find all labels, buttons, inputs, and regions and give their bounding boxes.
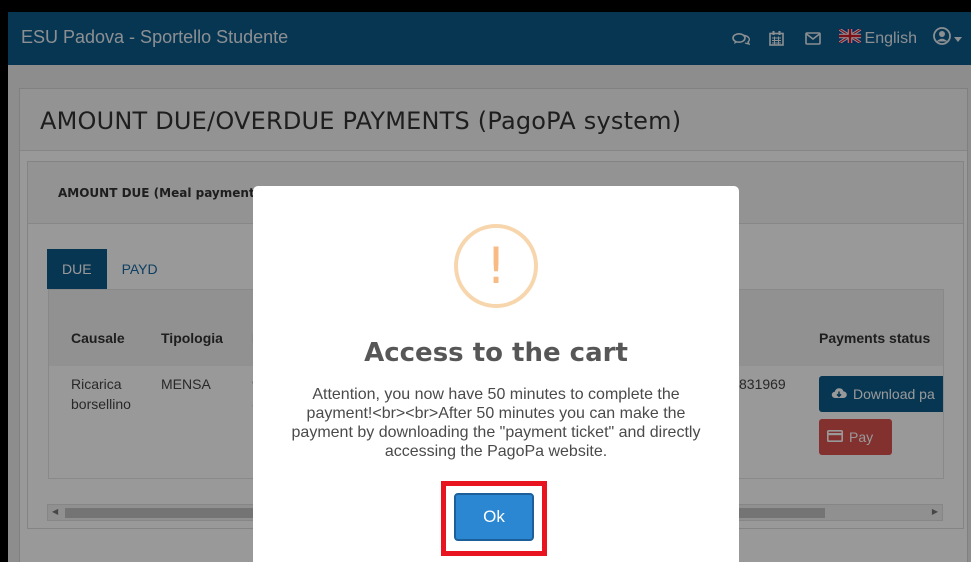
ok-button[interactable]: Ok [454,493,534,541]
dialog-message: Attention, you now have 50 minutes to co… [291,386,701,460]
ok-button-highlight: Ok [441,481,547,556]
dialog-title: Access to the cart [364,338,628,368]
app-frame: ESU Padova - Sportello Studente English [8,12,971,562]
access-cart-dialog: ! Access to the cart Attention, you now … [253,186,739,562]
warning-exclamation-icon: ! [454,224,538,308]
